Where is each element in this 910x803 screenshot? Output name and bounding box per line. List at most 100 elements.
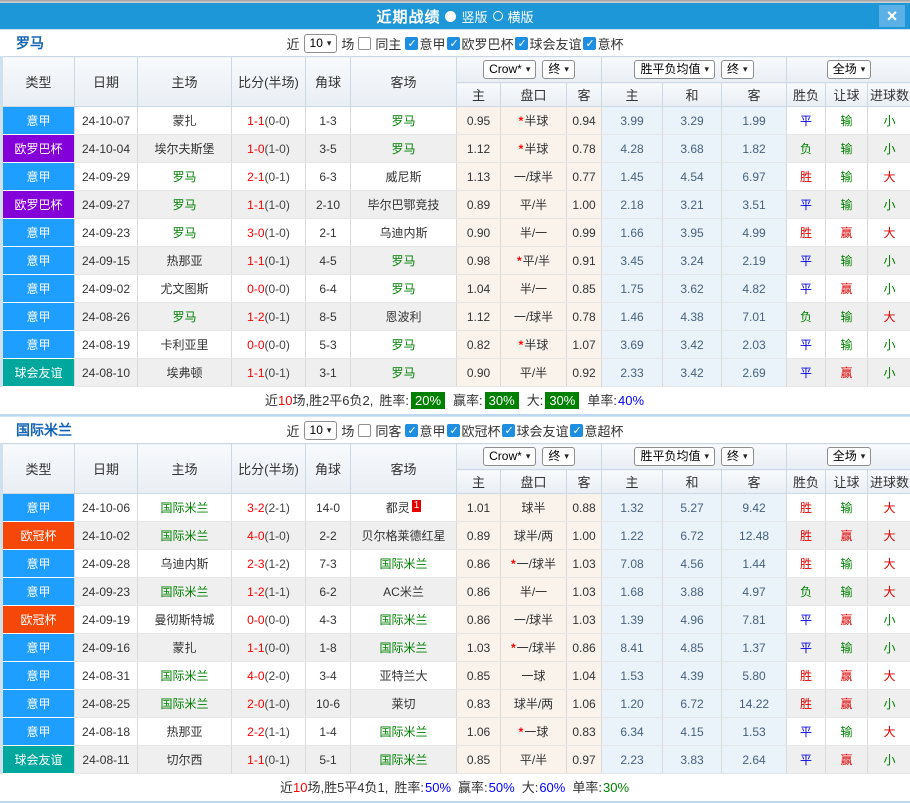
type-cell: 意甲 bbox=[2, 662, 75, 690]
avg-final-select[interactable]: 终▾ bbox=[721, 447, 754, 466]
score-cell: 4-0(2-0) bbox=[232, 662, 306, 690]
results-table-holder: 类型日期主场比分(半场)角球客场Crow*▾终▾胜平负均值▾终▾全场▾主盘口客主… bbox=[0, 56, 910, 387]
home-team-cell: 罗马 bbox=[138, 163, 232, 191]
bookmaker-final-select[interactable]: 终▾ bbox=[542, 60, 575, 79]
competition-checkbox[interactable] bbox=[447, 424, 460, 437]
handicap-cell: *一/球半 bbox=[501, 634, 567, 662]
scope-select[interactable]: 全场▾ bbox=[827, 60, 872, 79]
handicap-star: * bbox=[519, 142, 524, 156]
avg-draw-odds: 4.85 bbox=[663, 634, 722, 662]
column-header: 主 bbox=[602, 83, 663, 107]
result-cell: 平 bbox=[787, 107, 826, 135]
match-row: 意甲24-08-19卡利亚里0-0(0-0)5-3罗马0.82*半球1.073.… bbox=[2, 331, 910, 359]
match-row: 意甲24-08-26罗马1-2(0-1)8-5恩波利1.12一/球半0.781.… bbox=[2, 303, 910, 331]
competition-checkbox[interactable] bbox=[502, 424, 515, 437]
goals-result-cell: 小 bbox=[868, 107, 910, 135]
handicap-result-cell: 赢 bbox=[826, 662, 868, 690]
type-cell: 意甲 bbox=[2, 690, 75, 718]
crow-home-odds: 0.86 bbox=[457, 606, 501, 634]
handicap-cell: 球半/两 bbox=[501, 522, 567, 550]
avg-draw-odds: 3.21 bbox=[663, 191, 722, 219]
vertical-layout-radio[interactable] bbox=[445, 11, 456, 22]
handicap-result-cell: 赢 bbox=[826, 746, 868, 774]
corner-cell: 14-0 bbox=[306, 494, 351, 522]
home-team-cell: 国际米兰 bbox=[138, 578, 232, 606]
summary-near-label: 近 bbox=[280, 780, 293, 795]
horizontal-layout-label[interactable]: 横版 bbox=[508, 7, 534, 26]
type-cell: 意甲 bbox=[2, 219, 75, 247]
goals-result-cell: 小 bbox=[868, 135, 910, 163]
away-team-cell: AC米兰 bbox=[351, 578, 457, 606]
result-cell: 胜 bbox=[787, 550, 826, 578]
date-cell: 24-10-04 bbox=[75, 135, 138, 163]
match-row: 欧罗巴杯24-09-27罗马1-1(1-0)2-10毕尔巴鄂竞技0.89平/半1… bbox=[2, 191, 910, 219]
handicap-result-cell: 输 bbox=[826, 303, 868, 331]
bookmaker-select[interactable]: Crow*▾ bbox=[483, 447, 536, 466]
handicap-value: 半球 bbox=[524, 338, 548, 352]
away-team-cell: 莱切 bbox=[351, 690, 457, 718]
same-side-checkbox[interactable] bbox=[358, 424, 371, 437]
match-count-select[interactable]: 10▾ bbox=[304, 421, 338, 440]
same-side-label: 同客 bbox=[375, 421, 401, 440]
score-cell: 2-0(1-0) bbox=[232, 690, 306, 718]
handicap-cell: 平/半 bbox=[501, 359, 567, 387]
fulltime-score: 4-0 bbox=[247, 669, 264, 683]
goals-result-cell: 小 bbox=[868, 606, 910, 634]
avg-away-odds: 2.03 bbox=[722, 331, 787, 359]
score-cell: 1-1(0-1) bbox=[232, 746, 306, 774]
odds-group-header: Crow* ▾ 终▾ bbox=[457, 57, 602, 83]
date-cell: 24-09-19 bbox=[75, 606, 138, 634]
close-button[interactable]: × bbox=[879, 5, 905, 27]
handicap-cell: *半球 bbox=[501, 331, 567, 359]
crow-home-odds: 0.86 bbox=[457, 550, 501, 578]
corner-cell: 4-5 bbox=[306, 247, 351, 275]
competition-checkbox[interactable] bbox=[515, 37, 528, 50]
chevron-down-icon: ▾ bbox=[327, 423, 332, 438]
bookmaker-select-value: Crow* bbox=[489, 62, 522, 77]
crow-away-odds: 0.78 bbox=[567, 135, 602, 163]
halftime-score: (1-0) bbox=[265, 697, 290, 711]
halftime-score: (2-1) bbox=[265, 501, 290, 515]
type-cell: 意甲 bbox=[2, 578, 75, 606]
match-count-select[interactable]: 10▾ bbox=[304, 34, 338, 53]
avg-away-odds: 12.48 bbox=[722, 522, 787, 550]
competition-checkbox[interactable] bbox=[405, 37, 418, 50]
away-team-cell: 恩波利 bbox=[351, 303, 457, 331]
competition-filter: 欧罗巴杯 bbox=[447, 34, 513, 53]
vertical-layout-label[interactable]: 竖版 bbox=[461, 7, 487, 26]
avg-select[interactable]: 胜平负均值▾ bbox=[634, 60, 715, 79]
bookmaker-select-value: Crow* bbox=[489, 449, 522, 464]
bookmaker-select[interactable]: Crow* ▾ bbox=[483, 60, 536, 79]
crow-home-odds: 0.86 bbox=[457, 578, 501, 606]
scope-select[interactable]: 全场▾ bbox=[827, 447, 872, 466]
competition-checkbox[interactable] bbox=[447, 37, 460, 50]
horizontal-layout-radio[interactable] bbox=[493, 11, 503, 21]
away-team-cell: 国际米兰 bbox=[351, 606, 457, 634]
avg-draw-odds: 3.88 bbox=[663, 578, 722, 606]
column-header: 客 bbox=[722, 470, 787, 494]
home-team-cell: 卡利亚里 bbox=[138, 331, 232, 359]
same-side-checkbox[interactable] bbox=[358, 37, 371, 50]
fulltime-score: 2-0 bbox=[247, 697, 264, 711]
result-cell: 胜 bbox=[787, 219, 826, 247]
avg-select[interactable]: 胜平负均值▾ bbox=[634, 447, 715, 466]
goals-result-cell: 大 bbox=[868, 303, 910, 331]
handicap-value: 半/一 bbox=[520, 282, 547, 296]
bookmaker-final-select[interactable]: 终▾ bbox=[542, 447, 575, 466]
fulltime-score: 1-1 bbox=[247, 366, 264, 380]
competition-checkbox[interactable] bbox=[583, 37, 596, 50]
chevron-down-icon: ▾ bbox=[743, 62, 748, 77]
fulltime-score: 0-0 bbox=[247, 613, 264, 627]
fulltime-score: 1-0 bbox=[247, 142, 264, 156]
avg-final-select-value: 终 bbox=[727, 62, 739, 77]
avg-final-select[interactable]: 终▾ bbox=[721, 60, 754, 79]
fulltime-score: 1-1 bbox=[247, 254, 264, 268]
match-row: 意甲24-08-31国际米兰4-0(2-0)3-4亚特兰大0.85一球1.041… bbox=[2, 662, 910, 690]
away-team-cell: 乌迪内斯 bbox=[351, 219, 457, 247]
goals-result-cell: 大 bbox=[868, 494, 910, 522]
chevron-down-icon: ▾ bbox=[526, 62, 531, 77]
fulltime-score: 0-0 bbox=[247, 282, 264, 296]
competition-checkbox[interactable] bbox=[405, 424, 418, 437]
competition-checkbox[interactable] bbox=[570, 424, 583, 437]
avg-home-odds: 1.32 bbox=[602, 494, 663, 522]
